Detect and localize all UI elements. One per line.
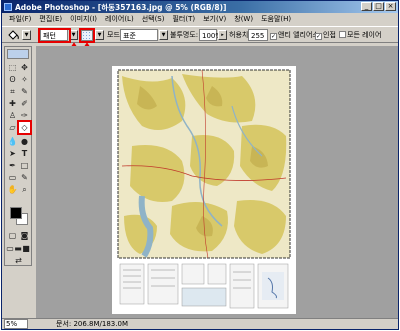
marquee-tool-icon[interactable]: ⬚ bbox=[7, 62, 18, 73]
document-size-info[interactable]: 문서: 206.8M/183.0M bbox=[56, 319, 128, 330]
screen-mode-full-menu-icon[interactable]: ▬ bbox=[14, 243, 22, 254]
notes-tool-icon[interactable]: ▭ bbox=[7, 172, 18, 183]
antialias-checkbox[interactable]: ✓ bbox=[270, 33, 277, 40]
pattern-dropdown-button[interactable]: ▼ bbox=[95, 30, 104, 40]
menu-select[interactable]: 선택(S) bbox=[138, 14, 169, 24]
photoshop-window: Adobe Photoshop - [하동357163.jpg @ 5% (RG… bbox=[1, 0, 399, 330]
opacity-slider-button[interactable]: ▸ bbox=[218, 30, 227, 40]
window-controls: _ □ × bbox=[361, 2, 396, 11]
all-layers-checkbox[interactable] bbox=[339, 31, 346, 38]
maximize-button[interactable]: □ bbox=[373, 2, 384, 11]
minimize-button[interactable]: _ bbox=[361, 2, 372, 11]
document-canvas[interactable] bbox=[112, 66, 296, 314]
contiguous-label: 인접 bbox=[323, 31, 336, 39]
type-tool-icon[interactable]: T bbox=[19, 148, 30, 159]
jump-to-imageready-icon[interactable]: ⇄ bbox=[13, 255, 24, 266]
toolbox-logo bbox=[7, 49, 29, 59]
status-bar: 5% 문서: 206.8M/183.0M bbox=[2, 318, 398, 330]
title-bar[interactable]: Adobe Photoshop - [하동357163.jpg @ 5% (RG… bbox=[2, 1, 398, 13]
menu-edit[interactable]: 편집(E) bbox=[35, 14, 66, 24]
menu-bar: 파일(F) 편집(E) 이미지(I) 레이어(L) 선택(S) 필터(T) 보기… bbox=[2, 13, 398, 25]
brush-tool-icon[interactable]: ✐ bbox=[19, 98, 30, 109]
shape-tool-icon[interactable]: □ bbox=[19, 160, 30, 171]
lasso-tool-icon[interactable]: ʘ bbox=[7, 74, 18, 85]
window-title: Adobe Photoshop - [하동357163.jpg @ 5% (RG… bbox=[15, 3, 227, 12]
magic-wand-tool-icon[interactable]: ✧ bbox=[19, 74, 30, 85]
eyedropper-tool-icon[interactable]: ✎ bbox=[19, 172, 30, 183]
menu-window[interactable]: 창(W) bbox=[230, 14, 257, 24]
screen-mode-standard-icon[interactable]: ▭ bbox=[6, 243, 14, 254]
contiguous-checkbox[interactable]: ✓ bbox=[315, 33, 322, 40]
tool-preset-dropdown[interactable]: ▼ bbox=[22, 30, 31, 40]
hand-tool-icon[interactable]: ✋ bbox=[7, 184, 18, 195]
all-layers-option[interactable]: 모든 레이어 bbox=[339, 29, 381, 41]
path-selection-tool-icon[interactable]: ➤ bbox=[7, 148, 18, 159]
opacity-input[interactable]: 100% bbox=[199, 29, 222, 41]
tolerance-input[interactable]: 255 bbox=[248, 29, 268, 41]
antialias-label: 앤티 앨리어스 bbox=[278, 31, 319, 39]
foreground-color-swatch[interactable] bbox=[10, 207, 22, 219]
canvas-workspace[interactable] bbox=[36, 46, 398, 318]
zoom-level-field[interactable]: 5% bbox=[4, 319, 28, 329]
menu-filter[interactable]: 필터(T) bbox=[168, 14, 199, 24]
blur-tool-icon[interactable]: 💧 bbox=[7, 136, 18, 147]
paint-bucket-preset-icon[interactable] bbox=[6, 30, 20, 41]
toolbox: ⬚ ✥ ʘ ✧ ⌗ ✎ ✚ ✐ ♙ ✑ ▱ ◇ 💧 ● ➤ T ✒ □ ▭ ✎ … bbox=[4, 46, 32, 266]
contiguous-option[interactable]: ✓ 인접 bbox=[315, 29, 336, 41]
menu-view[interactable]: 보기(V) bbox=[199, 14, 230, 24]
menu-file[interactable]: 파일(F) bbox=[5, 14, 35, 24]
dodge-tool-icon[interactable]: ● bbox=[19, 136, 30, 147]
standard-mode-icon[interactable]: ▢ bbox=[7, 230, 18, 241]
map-image bbox=[112, 66, 296, 314]
pen-tool-icon[interactable]: ✒ bbox=[7, 160, 18, 171]
highlight-paint-bucket bbox=[17, 120, 32, 135]
zoom-tool-icon[interactable]: ⌕ bbox=[19, 184, 30, 195]
menu-help[interactable]: 도움말(H) bbox=[257, 14, 295, 24]
mode-select[interactable]: 표준 bbox=[120, 29, 158, 41]
slice-tool-icon[interactable]: ✎ bbox=[19, 86, 30, 97]
close-button[interactable]: × bbox=[385, 2, 396, 11]
opacity-label: 불투명도: bbox=[170, 31, 199, 39]
menu-image[interactable]: 이미지(I) bbox=[66, 14, 101, 24]
mode-dropdown-button[interactable]: ▼ bbox=[159, 30, 168, 40]
antialias-option[interactable]: ✓ 앤티 앨리어스 bbox=[270, 29, 319, 41]
healing-brush-tool-icon[interactable]: ✚ bbox=[7, 98, 18, 109]
photoshop-app-icon[interactable] bbox=[4, 3, 12, 11]
screen-mode-full-icon[interactable]: ■ bbox=[22, 243, 30, 254]
all-layers-label: 모든 레이어 bbox=[347, 31, 382, 39]
quick-mask-mode-icon[interactable]: ◙ bbox=[19, 230, 30, 241]
menu-layer[interactable]: 레이어(L) bbox=[101, 14, 138, 24]
crop-tool-icon[interactable]: ⌗ bbox=[7, 86, 18, 97]
move-tool-icon[interactable]: ✥ bbox=[19, 62, 30, 73]
